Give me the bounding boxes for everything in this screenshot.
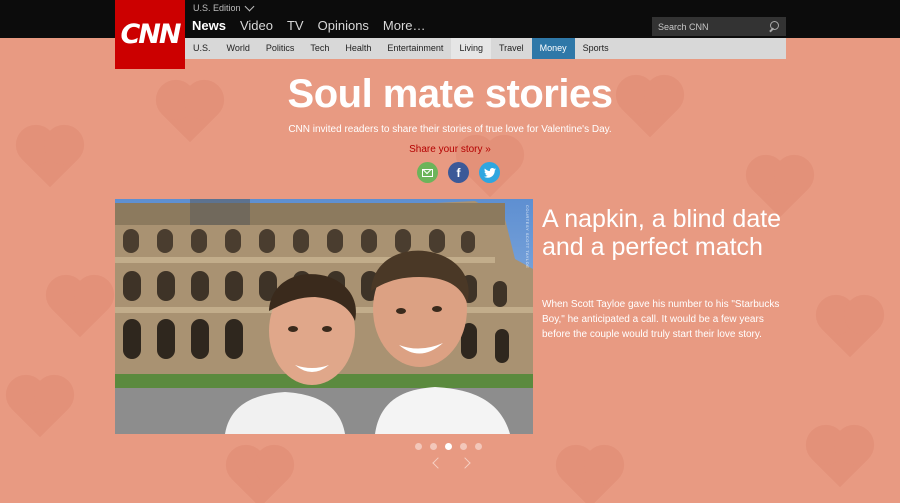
chevron-left-icon[interactable]	[432, 457, 444, 469]
cnn-logo[interactable]: CNN	[115, 0, 185, 69]
section-sports[interactable]: Sports	[575, 38, 617, 59]
story-description: When Scott Tayloe gave his number to his…	[542, 299, 780, 340]
section-world[interactable]: World	[219, 38, 258, 59]
section-us[interactable]: U.S.	[185, 38, 219, 59]
twitter-icon	[483, 167, 496, 178]
edition-label: U.S. Edition	[193, 3, 241, 13]
page-subtitle: CNN invited readers to share their stori…	[288, 124, 612, 135]
search-input[interactable]	[658, 21, 758, 32]
nav-tv[interactable]: TV	[287, 18, 304, 33]
heart-shape	[811, 430, 869, 488]
nav-news[interactable]: News	[192, 18, 226, 33]
twitter-share-button[interactable]	[479, 162, 500, 183]
edition-selector[interactable]: U.S. Edition	[193, 1, 254, 13]
nav-opinions[interactable]: Opinions	[318, 18, 369, 33]
logo-text: CNN	[120, 19, 181, 50]
heart-shape	[51, 280, 109, 338]
nav-more[interactable]: More…	[383, 18, 426, 33]
share-row: Share your story »	[0, 139, 900, 157]
section-politics[interactable]: Politics	[258, 38, 303, 59]
carousel-dot[interactable]	[460, 443, 467, 450]
carousel-dot[interactable]	[415, 443, 422, 450]
search-box	[652, 17, 786, 36]
email-icon	[422, 168, 433, 177]
chevron-right-icon[interactable]	[459, 457, 471, 469]
section-nav: U.S. World Politics Tech Health Entertai…	[185, 38, 786, 59]
main-nav: News Video TV Opinions More…	[192, 18, 426, 33]
heart-shape	[821, 300, 879, 358]
carousel-dot[interactable]	[445, 443, 452, 450]
share-story-link[interactable]: Share your story »	[409, 144, 491, 155]
nav-video[interactable]: Video	[240, 18, 273, 33]
story-photo[interactable]: COURTESY SCOTT TAYLOE	[115, 199, 533, 434]
section-health[interactable]: Health	[337, 38, 379, 59]
search-icon[interactable]	[768, 20, 780, 33]
heart-shape	[561, 450, 619, 503]
email-share-button[interactable]	[417, 162, 438, 183]
chevron-down-icon	[244, 1, 254, 11]
carousel-dots	[415, 443, 482, 450]
page-title: Soul mate stories	[287, 72, 613, 116]
heart-shape	[231, 450, 289, 503]
section-tech[interactable]: Tech	[302, 38, 337, 59]
facebook-icon: f	[456, 165, 461, 180]
facebook-share-button[interactable]: f	[448, 162, 469, 183]
section-entertainment[interactable]: Entertainment	[379, 38, 451, 59]
section-travel[interactable]: Travel	[491, 38, 532, 59]
carousel-dot[interactable]	[430, 443, 437, 450]
heart-shape	[11, 380, 69, 438]
colosseum-photo	[115, 199, 533, 434]
section-money[interactable]: Money	[531, 38, 575, 59]
photo-credit: COURTESY SCOTT TAYLOE	[525, 205, 530, 269]
carousel-arrows	[432, 457, 471, 469]
story-headline[interactable]: A napkin, a blind date and a perfect mat…	[542, 205, 802, 261]
carousel-dot[interactable]	[475, 443, 482, 450]
social-buttons: f	[417, 162, 500, 183]
section-living[interactable]: Living	[451, 38, 491, 59]
